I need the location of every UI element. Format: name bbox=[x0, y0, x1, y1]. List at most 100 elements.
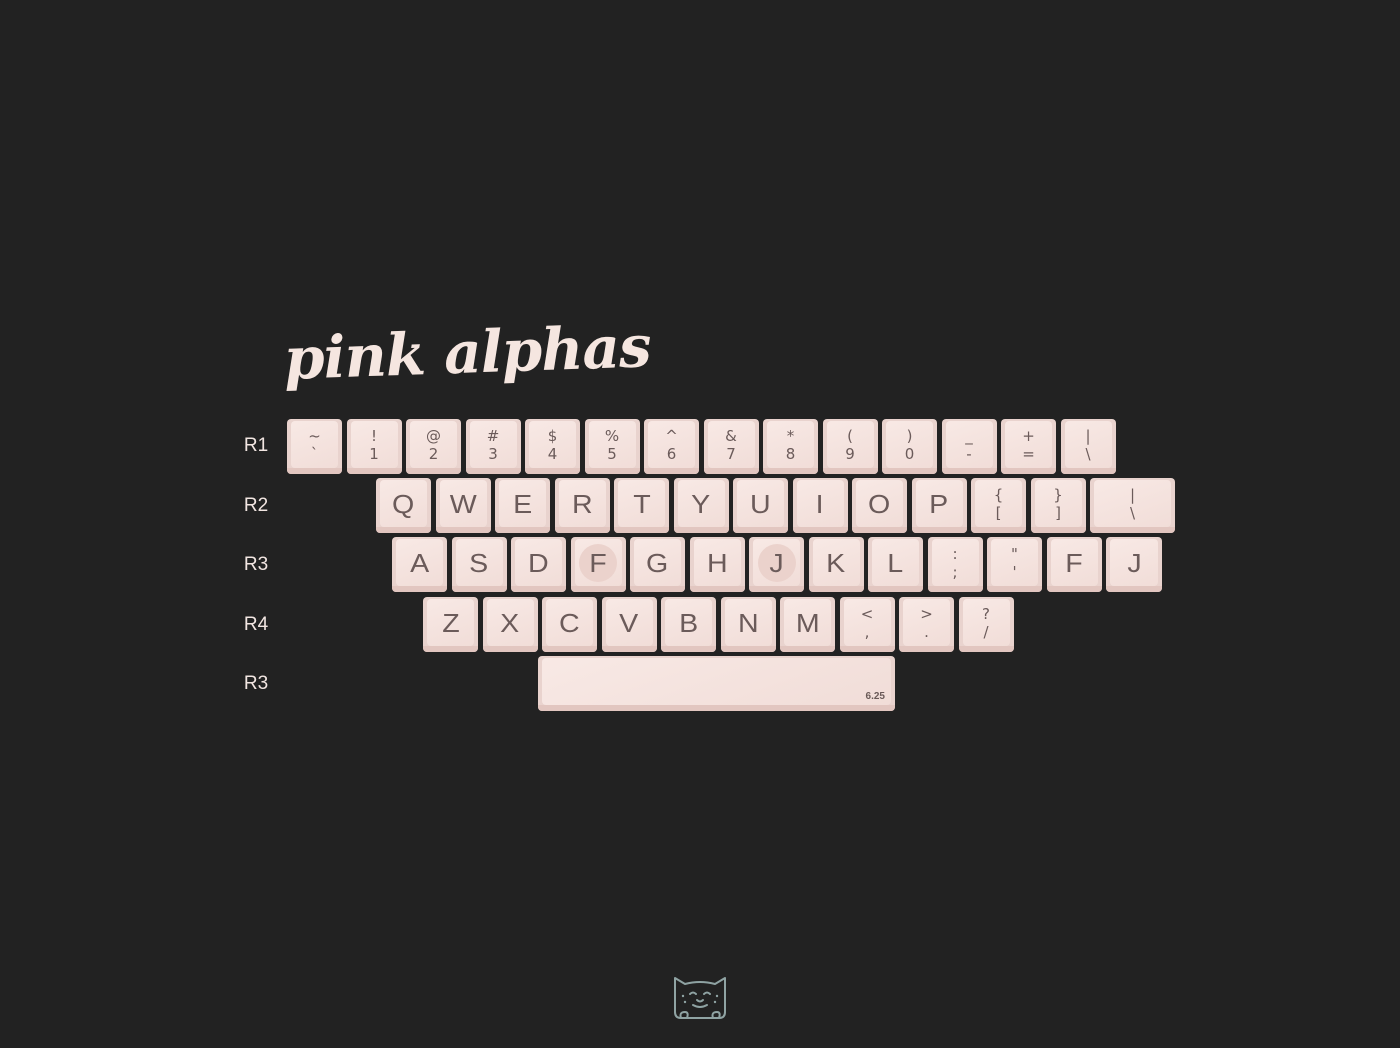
keycap-side bbox=[661, 646, 716, 652]
keycap-top: U bbox=[737, 480, 784, 527]
keycap-top: O bbox=[856, 480, 903, 527]
keycap: ^ 6 bbox=[644, 419, 699, 474]
key-legend: V bbox=[619, 607, 639, 638]
keycap: O bbox=[852, 478, 907, 533]
keycap: M bbox=[780, 597, 835, 652]
keycap-top: ! 1 bbox=[350, 421, 398, 468]
keycap-top: + = bbox=[1005, 421, 1052, 468]
key-legend-base: . bbox=[924, 622, 929, 641]
keycap-top: I bbox=[796, 480, 844, 527]
keycap-side bbox=[346, 468, 402, 474]
keycap: P bbox=[911, 478, 967, 533]
key-legend-shifted: | bbox=[1129, 485, 1136, 504]
keycap: $4 bbox=[525, 419, 580, 474]
keycap-top: (9 bbox=[826, 421, 874, 468]
keycap-top: | \ bbox=[1064, 421, 1112, 468]
key-legend: H bbox=[706, 547, 728, 578]
keycap-side bbox=[868, 586, 923, 592]
key-legend-shifted: * bbox=[786, 426, 795, 445]
keycap: K bbox=[808, 537, 864, 592]
keycap-top: #3 bbox=[469, 421, 517, 468]
key-legend: P bbox=[929, 488, 949, 519]
keycap-side bbox=[703, 468, 759, 474]
keycap-top: _ - bbox=[945, 421, 993, 468]
key-legend-base: / bbox=[983, 622, 989, 641]
keycap-side bbox=[763, 468, 818, 474]
key-legend-shifted: _ bbox=[965, 426, 973, 445]
keycap-side bbox=[1046, 586, 1102, 592]
keycap-top: & 7 bbox=[707, 421, 755, 468]
keycap: ! 1 bbox=[346, 419, 402, 474]
key-legend-base: - bbox=[966, 444, 972, 463]
key-legend-shifted: > bbox=[920, 604, 933, 623]
row-label: R2 bbox=[243, 495, 269, 516]
key-legend-shifted: { bbox=[993, 485, 1004, 504]
keycap: T bbox=[614, 478, 669, 533]
keycap-side bbox=[435, 527, 491, 533]
key-legend-base: ' bbox=[1012, 562, 1017, 581]
keycap-top: :; bbox=[931, 539, 979, 586]
keycap: H bbox=[689, 537, 745, 592]
keycap-side bbox=[570, 586, 626, 592]
set-title: pink alphas bbox=[282, 312, 652, 393]
keycap-top: W bbox=[439, 480, 487, 527]
key-legend-base: \ bbox=[1129, 503, 1136, 522]
keycap-side bbox=[987, 586, 1042, 592]
key-legend-base: 2 bbox=[428, 444, 439, 463]
keycap-side bbox=[941, 468, 997, 474]
keycap-side bbox=[1060, 468, 1116, 474]
keycap: R bbox=[554, 478, 610, 533]
keycap: Y bbox=[673, 478, 729, 533]
key-legend: U bbox=[750, 488, 771, 519]
keycap-top: G bbox=[634, 539, 681, 586]
key-legend-shifted: } bbox=[1053, 485, 1063, 504]
key-legend-base: 6 bbox=[666, 444, 677, 463]
key-legend: K bbox=[826, 547, 846, 578]
keycap: | \ bbox=[1090, 478, 1175, 533]
keycap: }] bbox=[1030, 478, 1086, 533]
keycap: % 5 bbox=[584, 419, 640, 474]
keycap-top: * 8 bbox=[767, 421, 814, 468]
key-legend: Q bbox=[392, 488, 415, 519]
keycap-side bbox=[542, 646, 597, 652]
keycap-side bbox=[495, 527, 550, 533]
keycap-side bbox=[958, 646, 1014, 652]
cat-face-icon bbox=[674, 977, 726, 1019]
keycap-top: C bbox=[546, 599, 593, 646]
keycap: G bbox=[630, 537, 685, 592]
keycap-side bbox=[376, 527, 431, 533]
keycap-side bbox=[733, 527, 788, 533]
keycap-side bbox=[525, 468, 580, 474]
keycap: >. bbox=[899, 597, 954, 652]
key-legend-shifted: : bbox=[952, 544, 958, 563]
keycap: ) 0 bbox=[882, 419, 937, 474]
key-legend: E bbox=[512, 488, 533, 519]
keycap-side bbox=[423, 646, 478, 652]
keycap: | \ bbox=[1060, 419, 1116, 474]
keycap-side bbox=[287, 468, 342, 474]
keycap-top: A bbox=[396, 539, 443, 586]
key-legend: G bbox=[646, 547, 669, 578]
key-legend: R bbox=[571, 488, 593, 519]
keycap: N bbox=[720, 597, 776, 652]
keycap: X bbox=[482, 597, 538, 652]
key-legend-base: 7 bbox=[726, 444, 736, 463]
keycap-side bbox=[451, 586, 507, 592]
keycap-top: J bbox=[1110, 539, 1158, 586]
key-legend-base: , bbox=[864, 622, 870, 641]
key-legend: X bbox=[500, 607, 520, 638]
key-legend-shifted: ~ bbox=[308, 426, 321, 445]
keycap: B bbox=[661, 597, 716, 652]
row-label: R3 bbox=[243, 554, 269, 575]
key-legend: C bbox=[559, 607, 580, 638]
keycap: J bbox=[1106, 537, 1162, 592]
keycap-top: M bbox=[784, 599, 831, 646]
key-legend-shifted: % bbox=[604, 426, 620, 445]
keycap-side bbox=[511, 586, 566, 592]
key-legend-shifted: @ bbox=[426, 426, 441, 445]
key-legend-shifted: ) bbox=[906, 426, 913, 445]
keycap-top: | \ bbox=[1094, 480, 1171, 527]
key-legend-shifted: < bbox=[860, 604, 874, 623]
key-legend: B bbox=[678, 607, 699, 638]
keycap-side bbox=[392, 586, 447, 592]
